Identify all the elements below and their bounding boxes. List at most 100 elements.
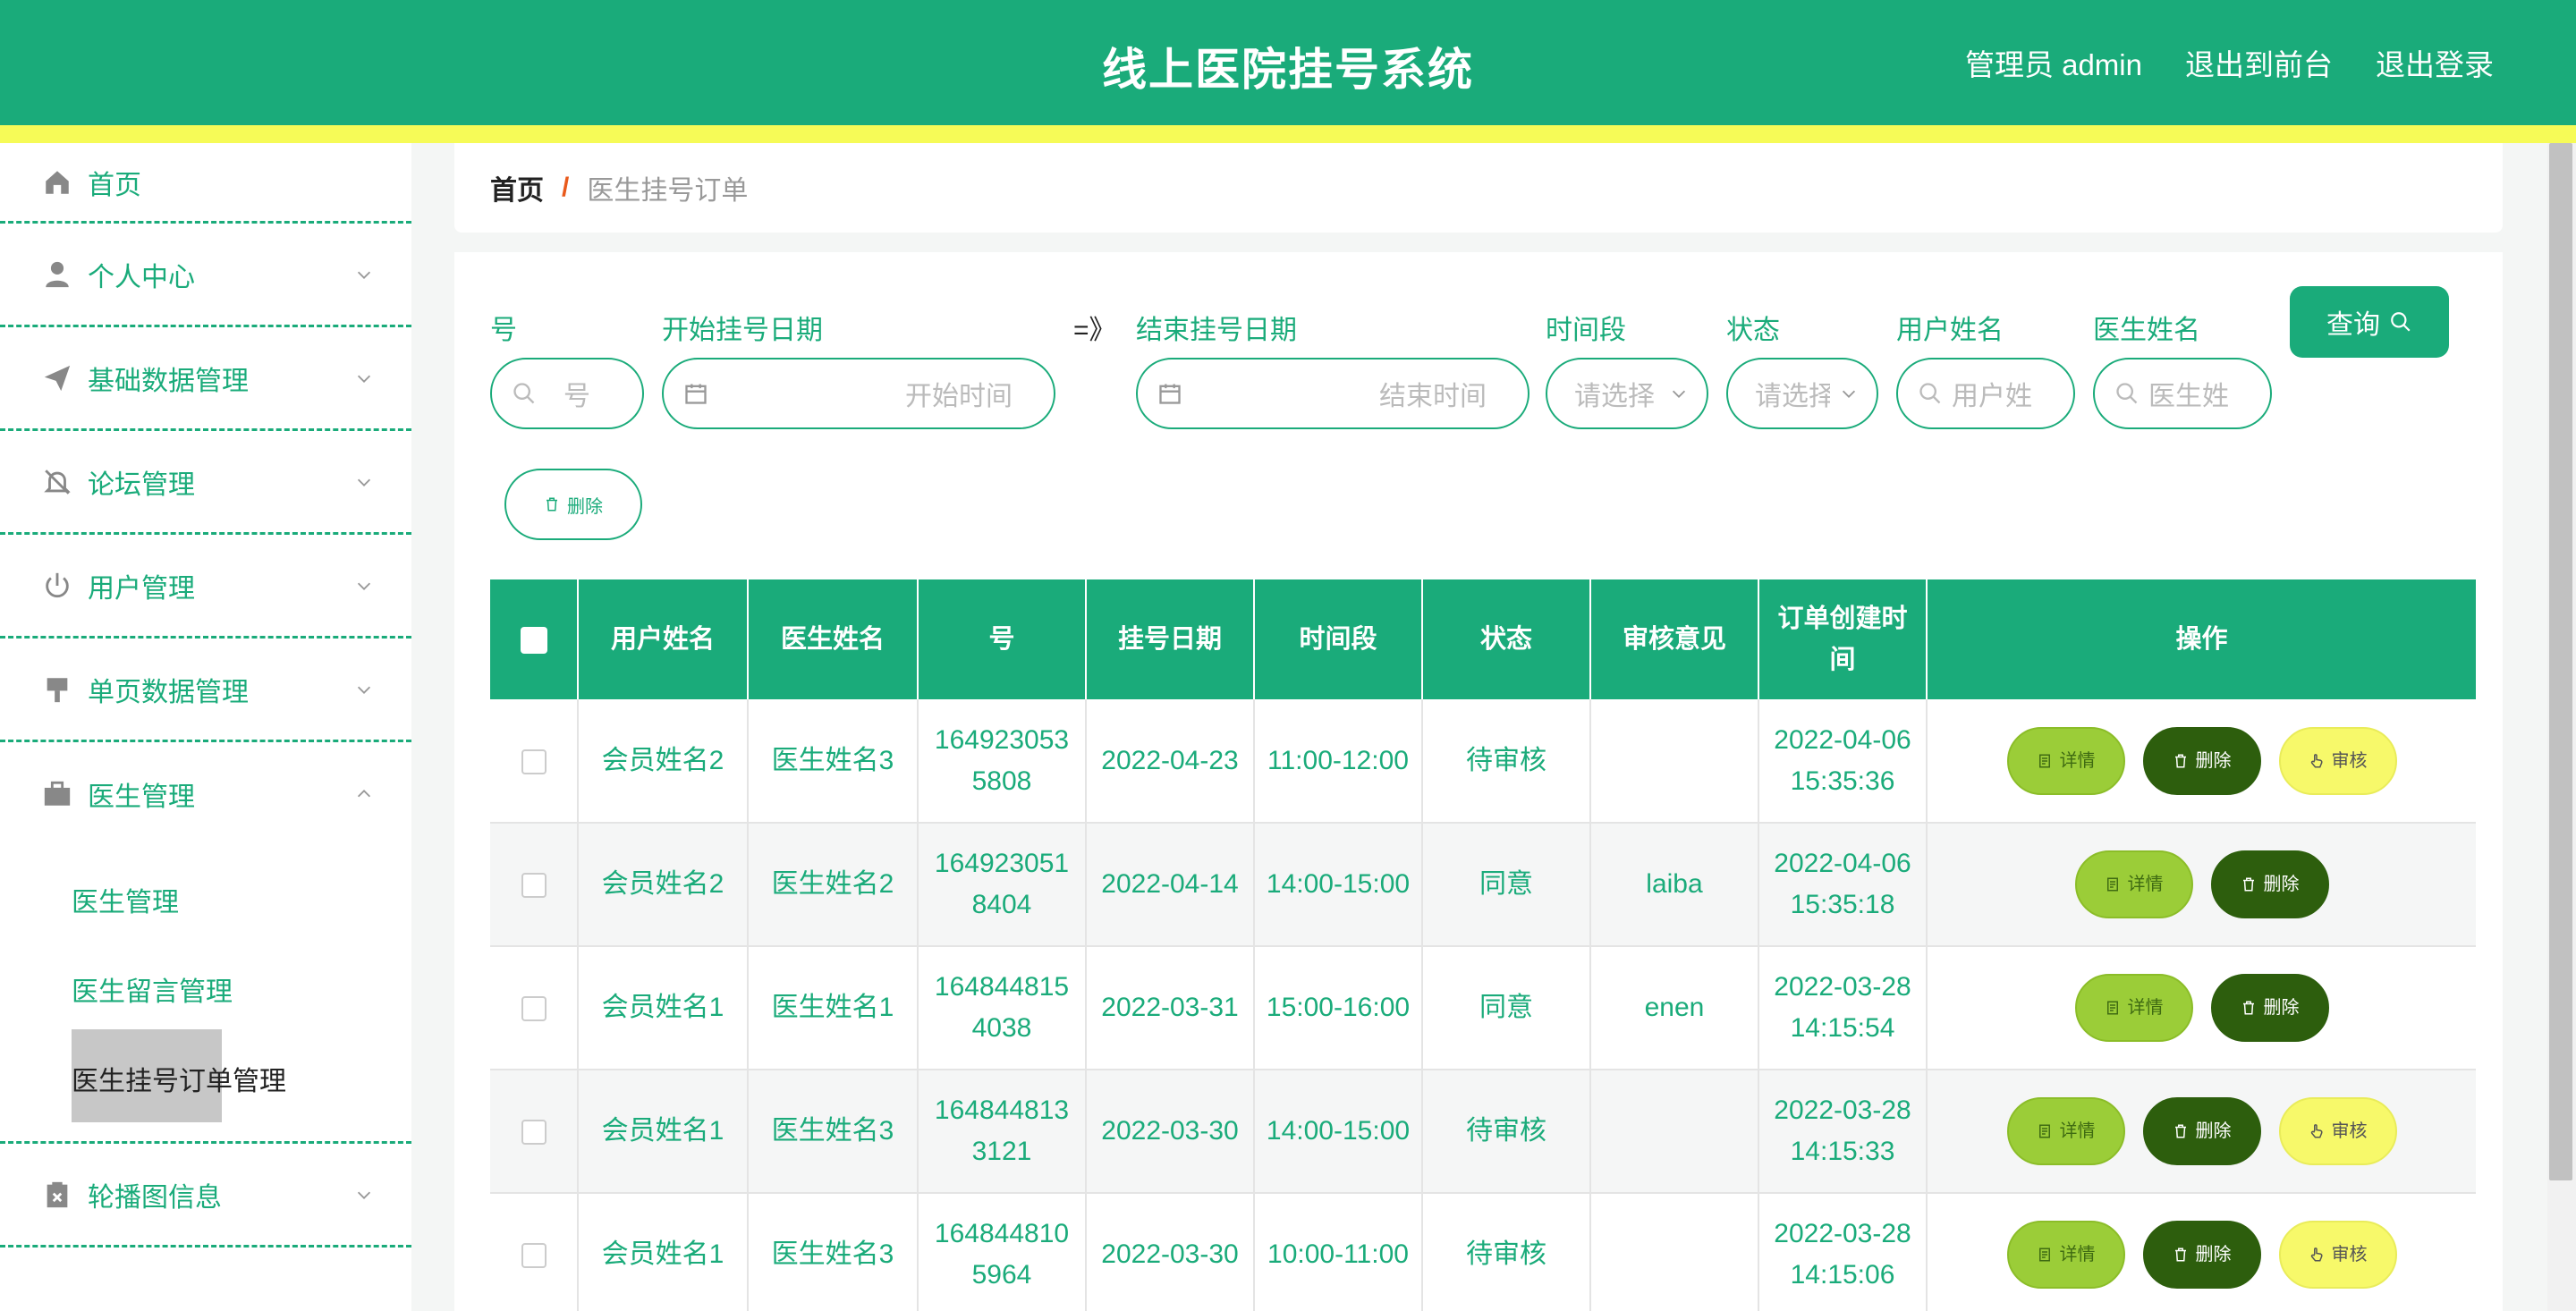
select-all-cell <box>490 579 579 699</box>
status-placeholder: 请选择 <box>1755 382 1830 411</box>
row-checkbox[interactable] <box>521 749 547 774</box>
cell-number: 1648448133121 <box>918 1070 1087 1194</box>
end-date-placeholder: 结束时间 <box>1379 382 1487 411</box>
cell-opinion <box>1590 1193 1759 1311</box>
audit-button[interactable]: 审核 <box>2278 1097 2397 1165</box>
cell-user-name: 会员姓名2 <box>578 699 749 824</box>
row-select-cell <box>490 1070 579 1194</box>
document-icon <box>2106 1001 2118 1015</box>
start-date-input[interactable]: 开始时间 <box>662 358 1055 429</box>
sidebar-item-single-page[interactable]: 单页数据管理 <box>0 639 411 742</box>
sidebar-item-label: 个人中心 <box>88 262 195 292</box>
home-icon <box>41 166 73 199</box>
detail-button[interactable]: 详情 <box>2006 1221 2125 1289</box>
table-row: 会员姓名1 医生姓名3 1648448133121 2022-03-30 14:00-1… <box>490 1070 2476 1194</box>
clipboard-icon <box>41 1179 73 1211</box>
sidebar-item-basic-data[interactable]: 基础数据管理 <box>0 327 411 431</box>
breadcrumb: 首页 / 医生挂号订单 <box>454 143 2503 233</box>
delete-button[interactable]: 删除 <box>2210 974 2329 1042</box>
audit-button[interactable]: 审核 <box>2278 1221 2397 1289</box>
detail-button[interactable]: 详情 <box>2074 974 2193 1042</box>
cell-period: 11:00-12:00 <box>1254 699 1423 824</box>
cell-status: 同意 <box>1422 946 1591 1070</box>
start-date-placeholder: 开始时间 <box>905 382 1013 411</box>
scrollbar-thumb[interactable] <box>2549 143 2572 1180</box>
period-select[interactable]: 请选择 <box>1546 358 1708 429</box>
row-checkbox[interactable] <box>521 996 547 1022</box>
batch-delete-button[interactable]: 删除 <box>504 469 642 540</box>
sidebar-item-doctors[interactable]: 医生管理 <box>0 742 411 846</box>
breadcrumb-home[interactable]: 首页 <box>490 168 544 207</box>
logout-link[interactable]: 退出登录 <box>2376 41 2494 84</box>
cell-date: 2022-04-14 <box>1086 823 1255 947</box>
end-date-input[interactable]: 结束时间 <box>1136 358 1530 429</box>
chevron-down-icon <box>1842 390 1856 398</box>
detail-button[interactable]: 详情 <box>2006 726 2125 795</box>
submenu-doctor-message[interactable]: 医生留言管理 <box>0 944 411 1034</box>
cell-status: 待审核 <box>1422 1193 1591 1311</box>
cell-created: 2022-03-28 14:15:33 <box>1758 1070 1928 1194</box>
row-checkbox[interactable] <box>521 873 547 899</box>
select-all-checkbox[interactable] <box>520 627 547 655</box>
table-body: 会员姓名2 医生姓名3 1649230535808 2022-04-23 11:00-1… <box>490 699 2476 1311</box>
bell-off-icon <box>41 466 73 498</box>
sidebar-item-forum[interactable]: 论坛管理 <box>0 431 411 535</box>
sidebar-item-carousel[interactable]: 轮播图信息 <box>0 1144 411 1248</box>
breadcrumb-separator: / <box>562 173 570 202</box>
breadcrumb-current: 医生挂号订单 <box>587 176 749 206</box>
detail-label: 详情 <box>2127 875 2164 894</box>
row-select-cell <box>490 699 579 824</box>
sidebar: 首页 个人中心 基础数据管理 论坛管理 用户管理 单页数据管理 医生管理 医生管… <box>0 143 411 1311</box>
query-button[interactable]: 查询 <box>2290 286 2449 358</box>
submenu-doctor-manage[interactable]: 医生管理 <box>0 855 411 944</box>
hand-pointer-icon <box>2310 1248 2322 1262</box>
sidebar-item-label: 首页 <box>88 170 141 200</box>
column-header: 时间段 <box>1254 579 1423 699</box>
sidebar-item-users[interactable]: 用户管理 <box>0 535 411 639</box>
cell-actions: 详情 删除 审核 <box>1927 699 2476 824</box>
document-icon <box>2038 754 2050 767</box>
column-header: 挂号日期 <box>1086 579 1255 699</box>
detail-label: 详情 <box>2059 750 2096 771</box>
cell-created: 2022-03-28 14:15:06 <box>1758 1193 1928 1311</box>
row-checkbox[interactable] <box>521 1120 547 1146</box>
send-icon <box>41 362 73 394</box>
submenu-label: 医生留言管理 <box>72 977 233 1007</box>
sidebar-item-label: 基础数据管理 <box>88 366 249 396</box>
status-select[interactable]: 请选择 <box>1726 358 1878 429</box>
chevron-down-icon <box>1672 390 1686 398</box>
detail-button[interactable]: 详情 <box>2006 1097 2125 1165</box>
delete-button[interactable]: 删除 <box>2142 1097 2261 1165</box>
detail-button[interactable]: 详情 <box>2074 850 2193 918</box>
delete-button[interactable]: 删除 <box>2142 726 2261 795</box>
power-icon <box>41 570 73 602</box>
doctor-name-input[interactable]: 医生姓名 <box>2093 358 2272 429</box>
row-actions: 详情 删除 <box>1938 974 2465 1042</box>
user-name-input[interactable]: 用户姓名 <box>1896 358 2075 429</box>
cell-date: 2022-03-30 <box>1086 1193 1255 1311</box>
row-select-cell <box>490 823 579 947</box>
row-checkbox[interactable] <box>521 1243 547 1269</box>
header-stripe <box>0 125 2576 143</box>
document-icon <box>2106 877 2118 892</box>
submenu-label: 医生管理 <box>72 888 179 918</box>
query-label: 查询 <box>2326 310 2380 340</box>
audit-button[interactable]: 审核 <box>2278 726 2397 795</box>
trash-icon <box>2174 1248 2186 1262</box>
delete-button[interactable]: 删除 <box>2142 1221 2261 1289</box>
submenu-doctor-orders[interactable]: 医生挂号订单管理 <box>0 1029 411 1123</box>
number-input[interactable]: 号 <box>490 358 644 429</box>
sidebar-item-profile[interactable]: 个人中心 <box>0 224 411 327</box>
sidebar-item-label: 轮播图信息 <box>88 1182 222 1213</box>
delete-button[interactable]: 删除 <box>2210 850 2329 918</box>
row-actions: 详情 删除 审核 <box>1938 1221 2465 1289</box>
sidebar-item-home[interactable]: 首页 <box>0 143 411 224</box>
column-header: 医生姓名 <box>748 579 919 699</box>
audit-label: 审核 <box>2331 1121 2368 1141</box>
to-front-link[interactable]: 退出到前台 <box>2185 41 2333 84</box>
cell-number: 1648448154038 <box>918 946 1087 1070</box>
column-header: 号 <box>918 579 1087 699</box>
admin-label: 管理员 admin <box>1964 48 2142 81</box>
cell-actions: 详情 删除 <box>1927 823 2476 947</box>
cell-actions: 详情 删除 审核 <box>1927 1070 2476 1194</box>
